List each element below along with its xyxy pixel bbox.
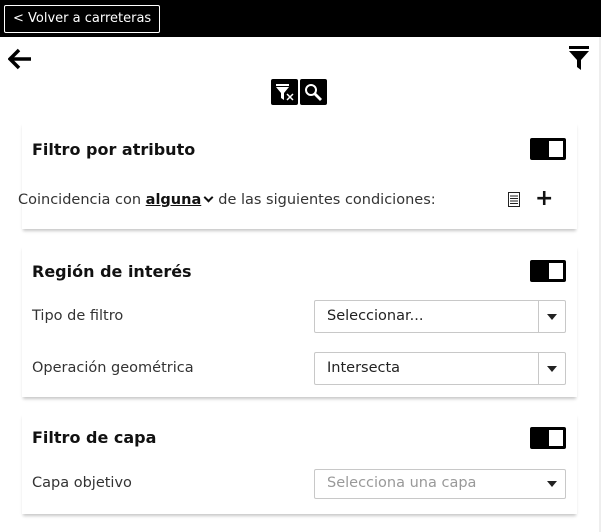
geom-op-select[interactable]: Intersecta [314,352,566,385]
geom-op-label: Operación geométrica [32,360,194,376]
back-to-roads-button[interactable]: < Volver a carreteras [4,5,161,33]
match-prefix: Coincidencia con [18,192,142,208]
chevron-down-icon[interactable] [203,192,214,203]
search-button[interactable] [300,79,327,105]
caret-down-icon [547,366,557,372]
add-condition-button[interactable]: + [535,188,553,210]
match-suffix: de las siguientes condiciones: [218,192,436,208]
arrow-left-icon[interactable] [7,48,32,70]
caret-down-icon [547,481,557,487]
attribute-filter-card: Filtro por atributo [22,122,577,229]
target-layer-placeholder: Selecciona una capa [327,475,477,491]
target-layer-select[interactable]: Selecciona una capa [314,469,566,499]
attribute-filter-toggle[interactable] [530,138,566,160]
match-condition-row: Coincidencia con alguna de las siguientes… [18,192,436,208]
filter-type-select[interactable]: Seleccionar... [314,300,566,333]
caret-down-icon [547,314,557,320]
region-toggle[interactable] [530,260,566,282]
layer-filter-toggle[interactable] [530,427,566,449]
region-title: Región de interés [32,262,192,281]
geom-op-value: Intersecta [327,360,401,376]
layer-filter-card: Filtro de capa Capa objetivo Selecciona … [22,413,577,514]
target-layer-label: Capa objetivo [32,475,132,491]
search-icon [305,84,322,101]
filter-icon[interactable] [568,45,590,71]
clear-filter-button[interactable] [271,79,298,105]
attribute-filter-title: Filtro por atributo [32,140,196,159]
filter-type-label: Tipo de filtro [32,308,124,324]
top-bar: < Volver a carreteras [0,0,601,37]
filter-clear-icon [276,84,294,101]
filter-type-value: Seleccionar... [327,308,424,324]
layer-filter-title: Filtro de capa [32,428,157,447]
region-of-interest-card: Región de interés Tipo de filtro Selecci… [22,245,577,397]
match-mode-dropdown[interactable]: alguna [146,192,202,208]
table-icon[interactable] [508,192,520,211]
